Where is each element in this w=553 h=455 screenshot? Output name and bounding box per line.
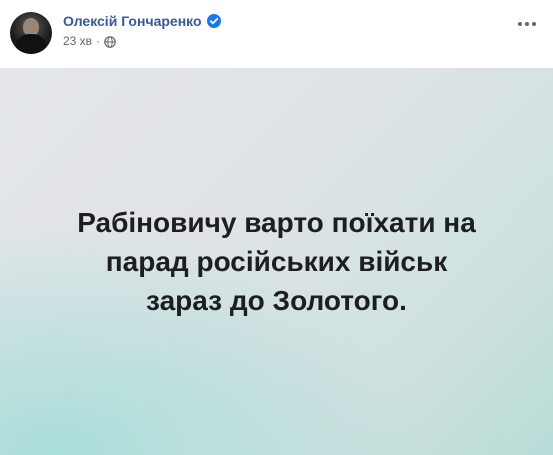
more-dot [532,22,536,26]
facebook-post: Олексій Гончаренко 23 хв · Рабіновичу ва… [0,0,553,455]
post-header: Олексій Гончаренко 23 хв · [0,0,553,68]
avatar-body [16,34,46,54]
globe-icon[interactable] [104,35,116,48]
author-name-link[interactable]: Олексій Гончаренко [63,13,202,29]
post-background-card: Рабіновичу варто поїхати на парад російс… [0,68,553,455]
author-row: Олексій Гончаренко [63,11,221,31]
verified-badge-icon [206,14,221,28]
post-text: Рабіновичу варто поїхати на парад російс… [77,207,476,316]
author-avatar[interactable] [10,12,52,54]
meta-separator: · [96,34,101,48]
more-options-icon[interactable] [515,16,539,32]
post-timestamp-link[interactable]: 23 хв [63,34,92,48]
more-dot [518,22,522,26]
more-dot [525,22,529,26]
post-meta: 23 хв · [63,33,116,49]
